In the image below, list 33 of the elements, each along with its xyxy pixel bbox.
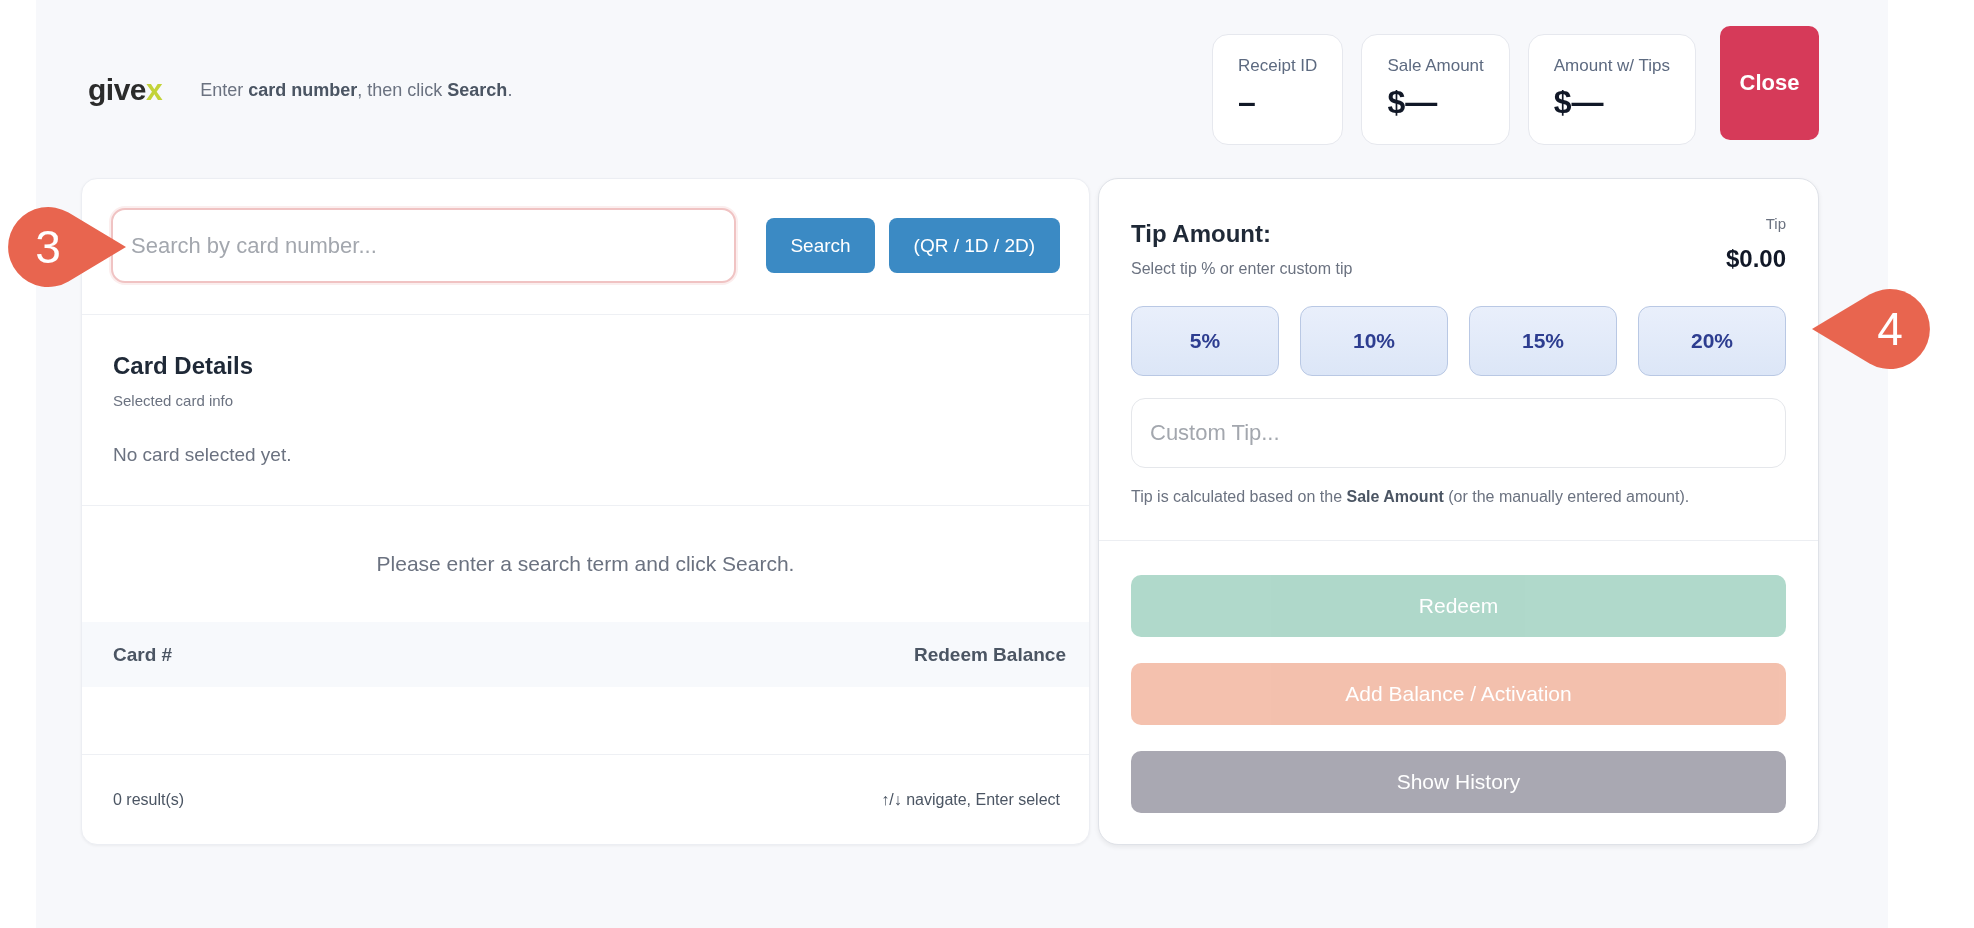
custom-tip-field[interactable]: Custom Tip...: [1131, 398, 1786, 468]
tip-title: Tip Amount:: [1131, 219, 1272, 249]
section-subtitle: Selected card info: [113, 391, 235, 411]
column-header: Card #: [113, 643, 173, 666]
stat-label: Sale Amount: [1387, 55, 1484, 77]
search-field[interactable]: Search by card number...: [111, 208, 737, 283]
stat-value: $—: [1553, 83, 1605, 121]
tip-total: $0.00: [1725, 244, 1786, 274]
stat-value: –: [1238, 83, 1257, 121]
search-button[interactable]: (QR / 1D / 2D): [888, 218, 1060, 273]
callout-marker: 4: [1810, 287, 1932, 371]
stat-value: $—: [1387, 83, 1439, 121]
logo: givex: [88, 72, 163, 108]
tip-note: Tip is calculated based on the Sale Amount (or the manually entered amount).: [1131, 487, 1691, 507]
search-message: Please enter a search term and click Search.: [375, 551, 796, 576]
tip-subtitle: Select tip % or enter custom tip: [1131, 259, 1353, 279]
tip-preset-button[interactable]: 20%: [1638, 306, 1786, 376]
section-title: Card Details: [113, 351, 255, 381]
close-button[interactable]: Close: [1720, 26, 1819, 140]
result-count: 0 result(s): [113, 790, 185, 809]
tip-total-label: Tip: [1765, 214, 1786, 234]
callout-marker: 3: [6, 205, 128, 289]
action-button[interactable]: Show History: [1131, 751, 1786, 813]
instruction-text: Enter card number, then click Search.: [200, 79, 513, 101]
tip-preset-button[interactable]: 10%: [1300, 306, 1448, 376]
tip-preset-button[interactable]: 15%: [1469, 306, 1617, 376]
tip-preset-button[interactable]: 5%: [1131, 306, 1279, 376]
keyboard-hint: ↑/↓ navigate, Enter select: [881, 790, 1060, 809]
column-header: Redeem Balance: [913, 643, 1066, 666]
search-button[interactable]: Search: [766, 218, 875, 273]
stat-label: Receipt ID: [1238, 55, 1318, 77]
stat-label: Amount w/ Tips: [1553, 55, 1670, 77]
empty-state-text: No card selected yet.: [113, 443, 293, 467]
